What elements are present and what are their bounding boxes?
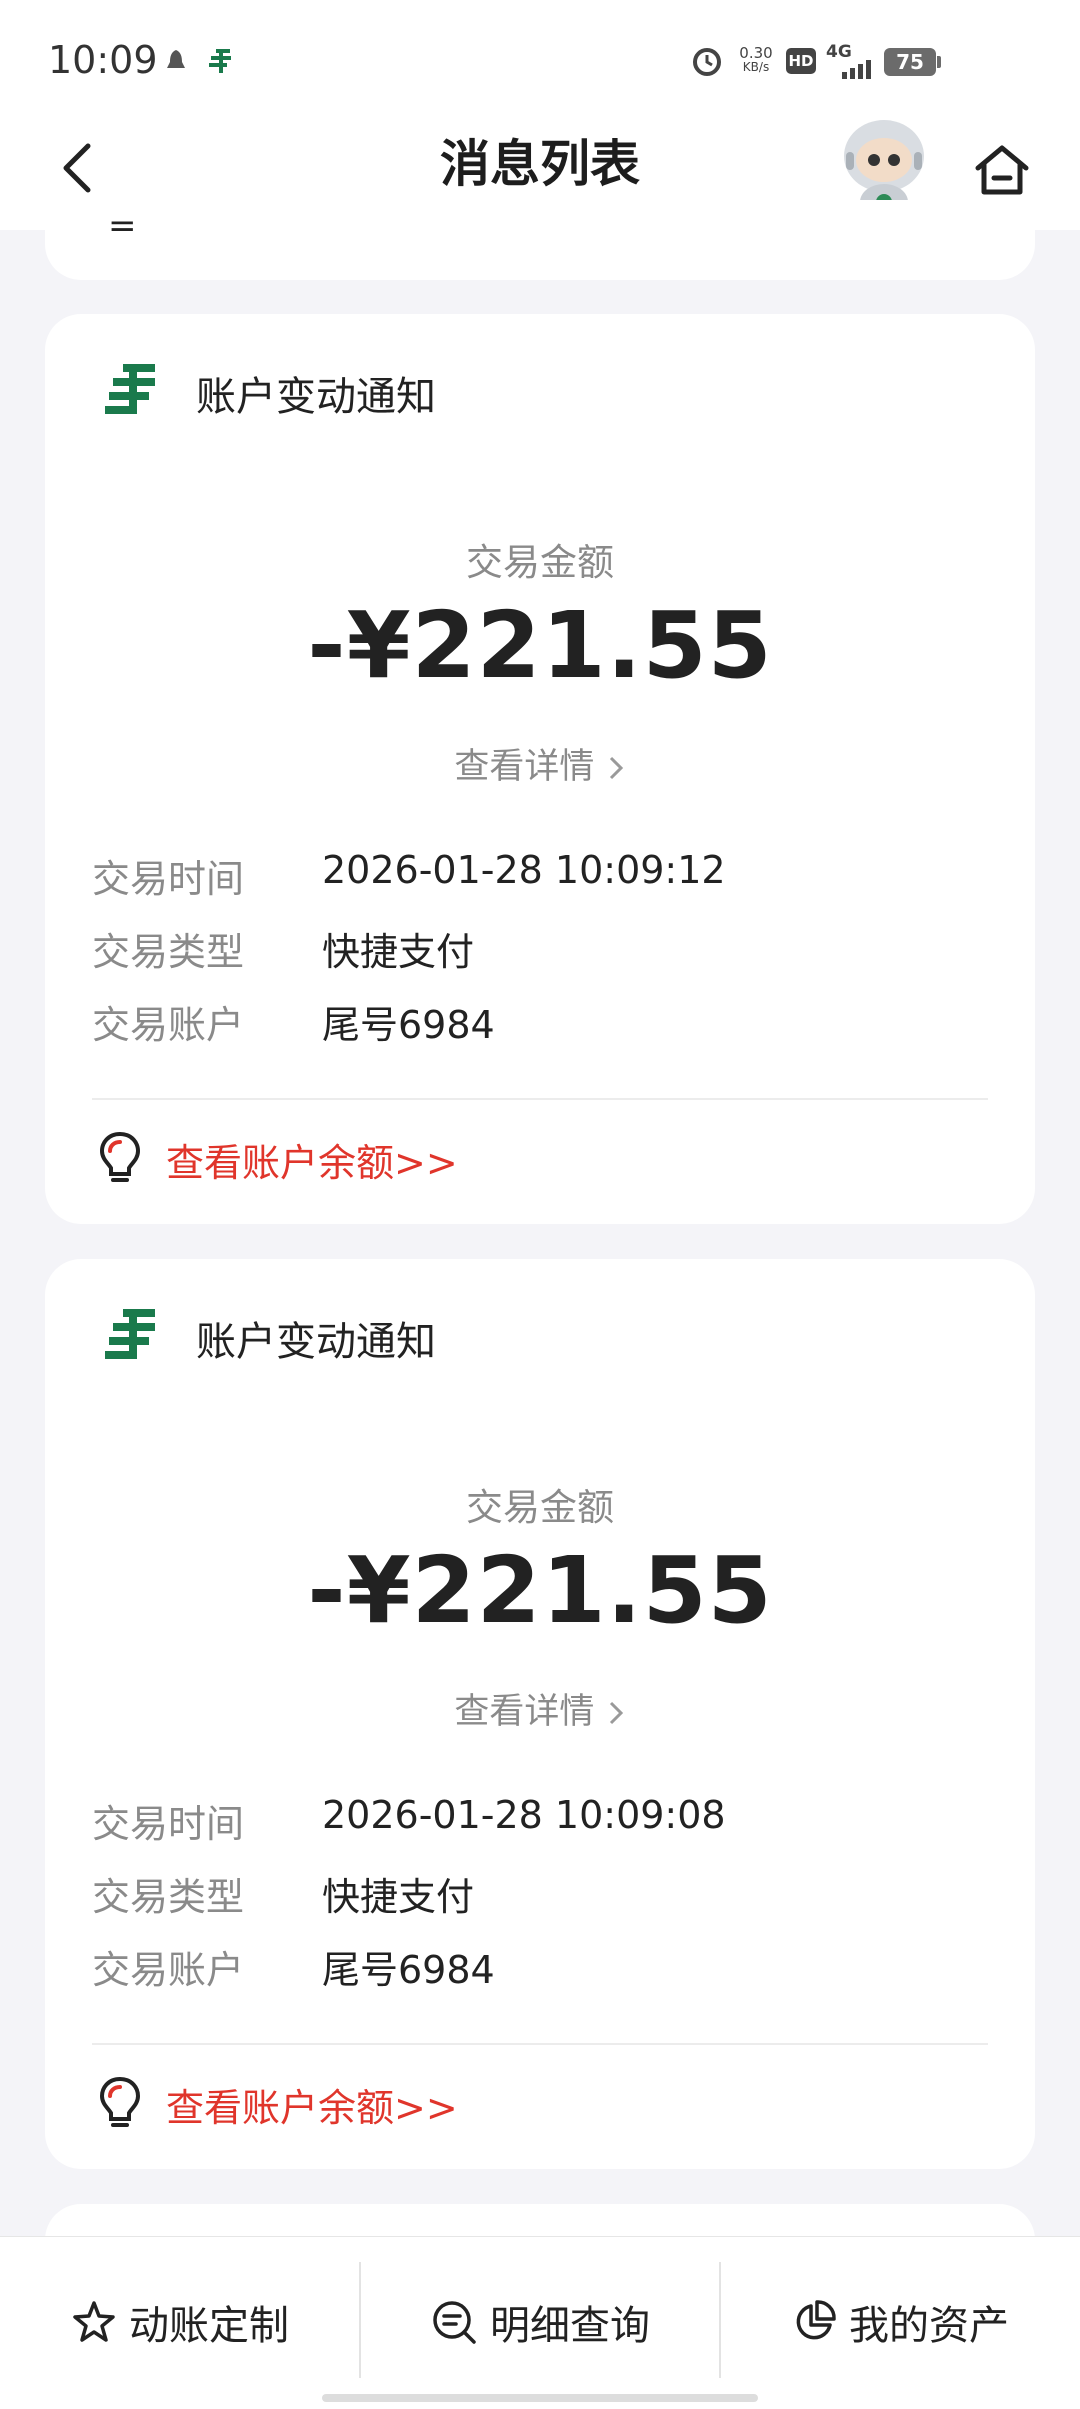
battery-tip: [937, 56, 941, 68]
amount-label: 交易金额: [466, 1486, 614, 1529]
chevron-right-icon: [609, 756, 623, 780]
net-speed-unit: KB/s: [742, 60, 770, 74]
gesture-home-indicator: [322, 2394, 758, 2402]
card-title: 账户变动通知: [196, 374, 436, 420]
divider: [92, 2043, 988, 2045]
row-label-account: 交易账户: [92, 1003, 245, 1047]
tab-label: 我的资产: [849, 2303, 1009, 2349]
hd-badge: HD: [786, 48, 816, 74]
view-details-label: 查看详情: [454, 1692, 595, 1732]
tab-transaction-query[interactable]: 明细查询: [360, 2236, 720, 2408]
view-balance-link[interactable]: 查看账户余额>>: [166, 1132, 458, 1187]
postal-bank-logo-icon: [105, 364, 155, 414]
view-details-link[interactable]: 查看详情: [45, 738, 1035, 789]
view-details-link[interactable]: 查看详情: [45, 1683, 1035, 1734]
row-value-time: 2026-01-28 10:09:12: [322, 848, 726, 892]
card-title: 账户变动通知: [196, 1319, 436, 1365]
row-label-type: 交易类型: [92, 930, 245, 974]
amount-label: 交易金额: [466, 541, 614, 584]
postal-bank-small-icon: [209, 49, 231, 73]
row-value-account: 尾号6984: [322, 1948, 495, 1992]
row-value-account: 尾号6984: [322, 1003, 495, 1047]
notification-icon: [167, 50, 185, 68]
row-label-time: 交易时间: [92, 857, 245, 901]
search-list-icon: [433, 2301, 476, 2344]
tab-label: 明细查询: [490, 2303, 650, 2349]
lightbulb-icon: [99, 1131, 141, 1182]
row-label-time: 交易时间: [92, 1802, 245, 1846]
partial-card-text: =: [108, 206, 137, 246]
view-balance-link[interactable]: 查看账户余额>>: [166, 2077, 458, 2132]
row-label-account: 交易账户: [92, 1948, 245, 1992]
home-icon[interactable]: [972, 140, 1032, 200]
chevron-right-icon: [609, 1701, 623, 1725]
net-speed-value: 0.30: [739, 44, 773, 62]
postal-bank-logo-icon: [105, 1309, 155, 1359]
row-value-type: 快捷支付: [322, 930, 475, 974]
transaction-amount: -¥221.55: [307, 1537, 773, 1644]
notification-card-partial[interactable]: [45, 200, 1035, 280]
view-details-label: 查看详情: [454, 747, 595, 787]
tab-label: 动账定制: [129, 2303, 289, 2349]
signal-icon: [842, 60, 871, 79]
row-value-time: 2026-01-28 10:09:08: [322, 1793, 726, 1837]
star-icon: [73, 2301, 115, 2342]
pie-chart-icon: [796, 2300, 836, 2340]
divider: [92, 1098, 988, 1100]
battery-indicator: 75: [884, 48, 936, 76]
tab-my-assets[interactable]: 我的资产: [720, 2236, 1080, 2408]
status-time: 10:09: [48, 38, 158, 82]
tab-custom-alerts[interactable]: 动账定制: [0, 2236, 360, 2408]
row-value-type: 快捷支付: [322, 1875, 475, 1919]
transaction-amount: -¥221.55: [307, 592, 773, 699]
alarm-icon: [693, 48, 721, 76]
row-label-type: 交易类型: [92, 1875, 245, 1919]
lightbulb-icon: [99, 2076, 141, 2127]
